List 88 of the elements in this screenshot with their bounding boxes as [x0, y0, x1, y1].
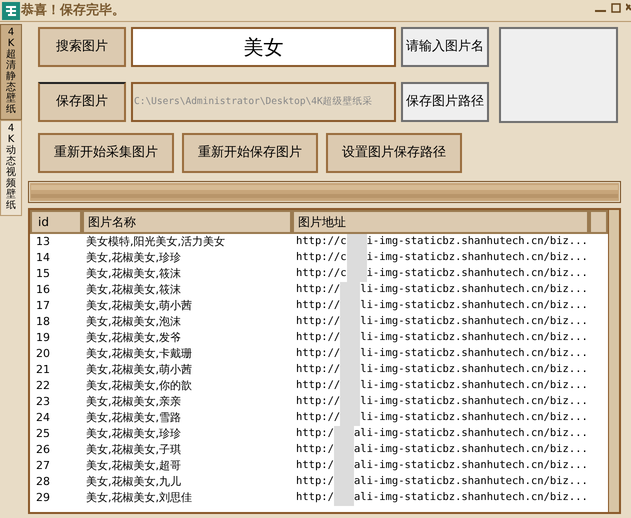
table-cell-text: ali-img-staticbz.shanhutech.cn/biz... — [354, 490, 588, 505]
table-cell-text: http:// — [296, 362, 340, 377]
table-cell-text: http:// — [296, 314, 340, 329]
table-cell-text: 14 — [35, 250, 51, 266]
path-label: 保存图片路径 — [401, 82, 489, 122]
maximize-icon[interactable] — [611, 3, 621, 13]
table-cell-text: i-img-staticbz.shanhutech.cn/biz... — [366, 234, 588, 249]
table-cell-text: 24 — [35, 410, 51, 426]
table-cell-text: http:// — [296, 394, 340, 409]
action-button[interactable]: 设置图片保存路径 — [326, 133, 462, 173]
table-cell-text: ali-img-staticbz.shanhutech.cn/biz... — [354, 426, 588, 441]
window-title: 恭喜！保存完毕。 — [21, 2, 125, 20]
table-cell-text: http:/ — [296, 490, 334, 505]
table-cell-text: http:// — [296, 282, 340, 297]
table-cell-text: 19 — [35, 330, 51, 346]
table-cell-text: 23 — [35, 394, 51, 410]
action-button[interactable]: 重新开始采集图片 — [38, 133, 174, 173]
table-cell-text: 美女,花椒美女,九儿 — [85, 474, 182, 490]
table-cell-text: 美女,花椒美女,亲亲 — [85, 394, 182, 410]
table-cell-text: http:/ — [296, 442, 334, 457]
table-cell-text: 15 — [35, 266, 51, 282]
table-cell-text: i-img-staticbz.shanhutech.cn/biz... — [366, 266, 588, 281]
table-cell-text: ali-img-staticbz.shanhutech.cn/biz... — [354, 458, 588, 473]
table-cell-text: li-img-staticbz.shanhutech.cn/biz... — [360, 410, 588, 425]
table-cell-text: 13 — [35, 234, 51, 250]
table-cell-text: 21 — [35, 362, 51, 378]
table-cell-text: li-img-staticbz.shanhutech.cn/biz... — [360, 378, 588, 393]
table-cell-text: li-img-staticbz.shanhutech.cn/biz... — [360, 314, 588, 329]
search-button[interactable]: 搜索图片 — [38, 27, 126, 67]
search-field[interactable]: 美女 — [131, 27, 396, 67]
table-cell-text: 22 — [35, 378, 51, 394]
table-cell-text: 16 — [35, 282, 51, 298]
action-button[interactable]: 重新开始保存图片 — [182, 133, 318, 173]
table-cell-text: 美女,花椒美女,萌小茜 — [85, 362, 193, 378]
table-cell-text: 26 — [35, 442, 51, 458]
table-cell-text: 28 — [35, 474, 51, 490]
table-cell-text: http://c — [296, 234, 347, 249]
table-cell-text: ali-img-staticbz.shanhutech.cn/biz... — [354, 474, 588, 489]
table-cell-text: li-img-staticbz.shanhutech.cn/biz... — [360, 330, 588, 345]
table-cell-text: 美女,花椒美女,卡戴珊 — [85, 346, 193, 362]
name-label: 请输入图片名 — [401, 27, 489, 67]
table-cell-text: li-img-staticbz.shanhutech.cn/biz... — [360, 362, 588, 377]
table-cell-text: li-img-staticbz.shanhutech.cn/biz... — [360, 394, 588, 409]
close-icon[interactable] — [626, 3, 631, 13]
app-icon — [2, 2, 20, 20]
table-cell-text: 美女,花椒美女,筱沫 — [85, 282, 182, 298]
table-cell-text: http:// — [296, 410, 340, 425]
tab[interactable]: 4K超清静态壁纸 — [0, 24, 22, 120]
save-button[interactable]: 保存图片 — [38, 82, 126, 122]
table-cell-text: 18 — [35, 314, 51, 330]
table-cell-text: http:/ — [296, 426, 334, 441]
table-cell-text: http:// — [296, 346, 340, 361]
table-cell-text: li-img-staticbz.shanhutech.cn/biz... — [360, 298, 588, 313]
table-cell-text: 美女,花椒美女,你的歆 — [85, 378, 193, 394]
table-cell-text: 29 — [35, 490, 51, 506]
table-cell-text: 美女,花椒美女,子琪 — [85, 442, 182, 458]
column-header[interactable]: id — [30, 210, 82, 234]
table-cell-text: 25 — [35, 426, 51, 442]
table-cell-text: 美女,花椒美女,萌小茜 — [85, 298, 193, 314]
table-cell-text: 美女,花椒美女,刘思佳 — [85, 490, 193, 506]
table-cell-text: http://c — [296, 250, 347, 265]
table-cell-text: 美女,花椒美女,珍珍 — [85, 426, 182, 442]
table-cell-text: 美女,花椒美女,泡沫 — [85, 314, 182, 330]
table-cell-text: 美女,花椒美女,珍珍 — [85, 250, 182, 266]
table-cell-text: i-img-staticbz.shanhutech.cn/biz... — [366, 250, 588, 265]
table-cell-text: ali-img-staticbz.shanhutech.cn/biz... — [354, 442, 588, 457]
table-cell-text: 美女,花椒美女,超哥 — [85, 458, 182, 474]
table-cell-text: 17 — [35, 298, 51, 314]
table-cell-text: 27 — [35, 458, 51, 474]
table-cell-text: li-img-staticbz.shanhutech.cn/biz... — [360, 346, 588, 361]
table-cell-text: 美女,花椒美女,筱沫 — [85, 266, 182, 282]
table-cell-text: http:// — [296, 298, 340, 313]
column-header[interactable]: 图片地址 — [292, 210, 589, 234]
tab[interactable]: 4K动态视频壁纸 — [0, 120, 22, 216]
scrollbar[interactable] — [608, 210, 619, 512]
table-cell-text: http:// — [296, 330, 340, 345]
table-cell-text: 美女,花椒美女,发爷 — [85, 330, 182, 346]
table-cell-text: http:/ — [296, 474, 334, 489]
table-cell-text: http:// — [296, 378, 340, 393]
table-cell-text: 美女,花椒美女,雪路 — [85, 410, 182, 426]
table-cell-text: 20 — [35, 346, 51, 362]
column-header[interactable]: 图片名称 — [82, 210, 292, 234]
table-cell-text: http://c — [296, 266, 347, 281]
table-cell-text: li-img-staticbz.shanhutech.cn/biz... — [360, 282, 588, 297]
redaction-mark — [334, 490, 354, 506]
table-cell-text: http:/ — [296, 458, 334, 473]
redaction-mark — [346, 234, 367, 250]
table-cell-text: 美女模特,阳光美女,活力美女 — [85, 234, 226, 250]
